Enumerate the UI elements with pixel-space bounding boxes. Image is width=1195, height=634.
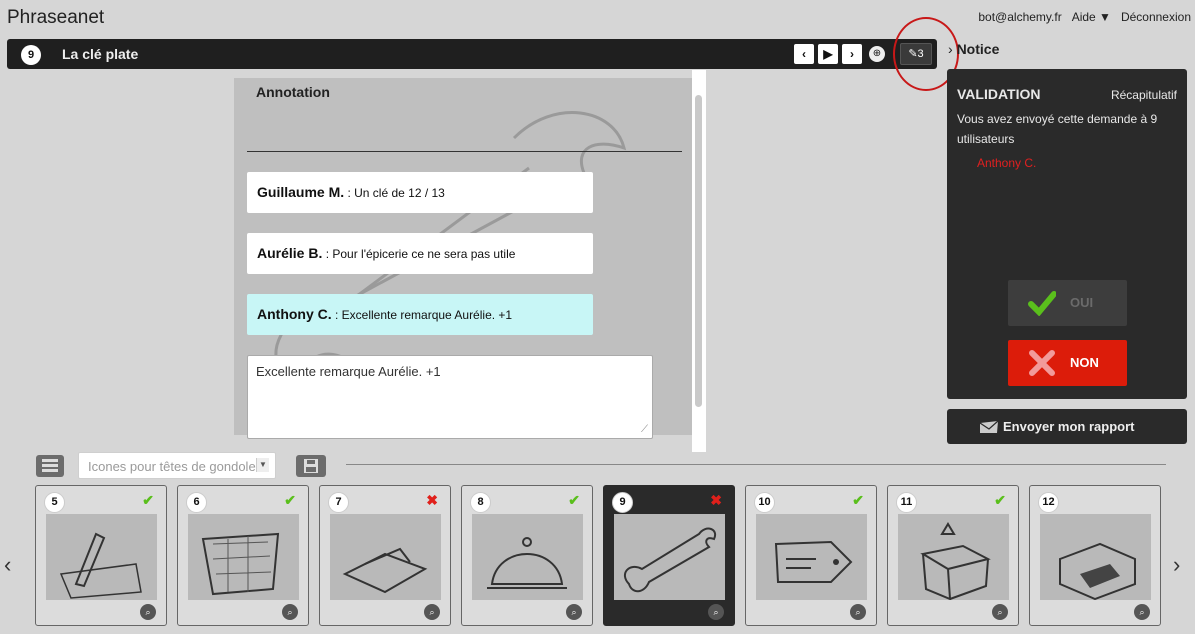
zoom-icon[interactable]: ⌕: [850, 604, 866, 620]
validation-description: Vous avez envoyé cette demande à 9 utili…: [957, 112, 1158, 146]
chevron-down-icon[interactable]: ▼: [256, 458, 269, 472]
comment-input-value: Excellente remarque Aurélie. +1: [256, 364, 441, 379]
approved-check-icon: ✔: [142, 492, 154, 508]
notice-label: Notice: [956, 41, 1000, 57]
thumbnail-number-badge: 11: [896, 492, 917, 513]
floppy-icon: [304, 459, 318, 473]
approve-button[interactable]: OUI: [1008, 280, 1127, 326]
scrollbar-thumb[interactable]: [695, 95, 702, 407]
comment-author: Guillaume M.: [257, 184, 345, 200]
comment-card-highlighted: Anthony C. : Excellente remarque Aurélie…: [247, 294, 593, 335]
thumbnail-card[interactable]: 5 ✔ ⌕: [35, 485, 167, 626]
thumbnail-image: [46, 514, 157, 600]
list-view-button[interactable]: [36, 455, 64, 477]
comment-text: : Excellente remarque Aurélie. +1: [331, 308, 513, 322]
zoom-icon[interactable]: ⌕: [140, 604, 156, 620]
divider: [247, 151, 682, 152]
validation-user[interactable]: Anthony C.: [977, 156, 1036, 170]
zoom-icon[interactable]: ⌕: [992, 604, 1008, 620]
zoom-icon[interactable]: ⌕: [708, 604, 724, 620]
thumbnail-number-badge: 9: [612, 492, 633, 513]
help-menu[interactable]: Aide ▼: [1072, 10, 1111, 24]
notice-header[interactable]: › Notice: [948, 41, 999, 57]
thumbnail-image: [1040, 514, 1151, 601]
thumbnail-number-badge: 7: [328, 492, 349, 513]
thumbnail-card[interactable]: 9 ✖ ⌕: [603, 485, 735, 626]
comment-card: Aurélie B. : Pour l'épicerie ce ne sera …: [247, 233, 593, 274]
comment-text: : Pour l'épicerie ce ne sera pas utile: [322, 247, 516, 261]
thumbnail-card[interactable]: 10 ✔ ⌕: [745, 485, 877, 626]
chevron-right-icon: ›: [948, 41, 953, 57]
thumbnail-image: [756, 514, 867, 600]
thumbnail-card[interactable]: 11 ✔ ⌕: [887, 485, 1019, 626]
thumbnail-image: [472, 514, 583, 600]
envelope-icon: [979, 420, 999, 433]
comment-text: : Un clé de 12 / 13: [344, 186, 445, 200]
rejected-cross-icon: ✖: [710, 492, 722, 508]
user-email-link[interactable]: bot@alchemy.fr: [978, 10, 1061, 24]
send-report-button[interactable]: Envoyer mon rapport: [947, 409, 1187, 444]
strip-previous-arrow[interactable]: ‹: [4, 552, 11, 578]
approved-check-icon: ✔: [568, 492, 580, 508]
thumbnail-image: [188, 514, 299, 600]
thumbnail-number-badge: 10: [754, 492, 775, 513]
rejected-cross-icon: ✖: [426, 492, 438, 508]
thumbnail-image: [614, 514, 725, 600]
thumbnail-card[interactable]: 7 ✖ ⌕: [319, 485, 451, 626]
thumbnail-image: [898, 514, 1009, 601]
next-button[interactable]: ›: [842, 44, 862, 64]
logout-link[interactable]: Déconnexion: [1121, 10, 1191, 24]
thumbnail-card[interactable]: 6 ✔ ⌕: [177, 485, 309, 626]
comment-author: Anthony C.: [257, 306, 332, 322]
send-report-label: Envoyer mon rapport: [1003, 419, 1135, 434]
approve-label: OUI: [1070, 295, 1094, 310]
reject-label: NON: [1070, 355, 1099, 370]
zoom-icon[interactable]: ⌕: [424, 604, 440, 620]
validation-title: VALIDATION: [957, 86, 1041, 102]
approved-check-icon: ✔: [852, 492, 864, 508]
zoom-icon[interactable]: ⌕: [1134, 604, 1150, 620]
list-icon: [42, 459, 58, 472]
save-button[interactable]: [296, 455, 326, 477]
thumbnail-number-badge: 12: [1038, 492, 1059, 513]
thumbnail-card[interactable]: 8 ✔ ⌕: [461, 485, 593, 626]
zoom-icon[interactable]: ⌕: [282, 604, 298, 620]
approved-check-icon: ✔: [994, 492, 1006, 508]
play-button[interactable]: ▶: [818, 44, 838, 64]
check-icon: [1028, 291, 1056, 316]
previous-button[interactable]: ‹: [794, 44, 814, 64]
app-title: Phraseanet: [7, 7, 105, 28]
document-title: La clé plate: [62, 46, 139, 62]
thumbnail-number-badge: 5: [44, 492, 65, 513]
thumbnail-number-badge: 6: [186, 492, 207, 513]
basket-select[interactable]: Icones pour têtes de gondole: [78, 452, 276, 479]
approved-check-icon: ✔: [284, 492, 296, 508]
thumbnail-number-badge: 8: [470, 492, 491, 513]
thumbnail-card[interactable]: 12 ⌕: [1029, 485, 1161, 626]
zoom-icon[interactable]: ⌕: [566, 604, 582, 620]
resize-grip-icon[interactable]: ⟋: [641, 424, 648, 435]
user-menu: bot@alchemy.fr Aide ▼ Déconnexion: [978, 10, 1191, 24]
document-index-badge: 9: [21, 45, 41, 65]
target-icon[interactable]: ⊕: [869, 46, 885, 62]
cross-icon: [1029, 350, 1055, 376]
recap-link[interactable]: Récapitulatif: [1111, 88, 1177, 102]
reject-button[interactable]: NON: [1008, 340, 1127, 386]
annotation-title: Annotation: [256, 84, 330, 100]
thumbnail-image: [330, 514, 441, 600]
document-header-bar: 9 La clé plate ‹ ▶ › ⊕ ✎3: [7, 39, 937, 69]
strip-next-arrow[interactable]: ›: [1173, 552, 1180, 578]
comment-card: Guillaume M. : Un clé de 12 / 13: [247, 172, 593, 213]
validation-panel: VALIDATION Récapitulatif Vous avez envoy…: [947, 69, 1187, 399]
comment-author: Aurélie B.: [257, 245, 323, 261]
toolbar-divider: [346, 464, 1166, 465]
comment-textarea[interactable]: Excellente remarque Aurélie. +1 ⟋: [247, 355, 653, 439]
